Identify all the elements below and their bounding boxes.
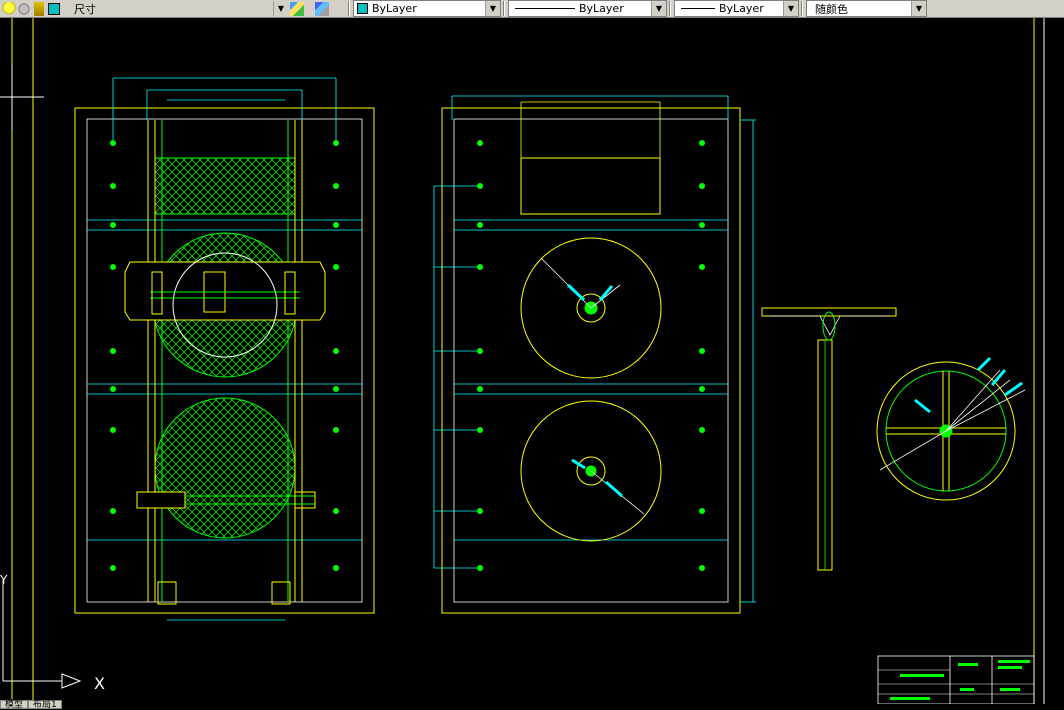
layer-tools	[290, 0, 330, 17]
plotstyle-dropdown-value: 随颜色	[815, 2, 848, 16]
drawing-canvas[interactable]: X Y	[0, 18, 1064, 704]
plotstyle-dropdown[interactable]: 随颜色 ▼	[806, 0, 927, 17]
top-view-wheel	[876, 356, 1026, 501]
layout-tabs: 模型 布局1	[0, 700, 62, 710]
color-dropdown-value: ByLayer	[372, 2, 417, 15]
toolbar-separator	[669, 1, 671, 16]
linetype-dropdown-value: ByLayer	[579, 2, 624, 15]
chevron-down-icon[interactable]: ▼	[651, 1, 666, 16]
bulb-icon[interactable]	[2, 1, 16, 16]
color-dropdown[interactable]: ByLayer ▼	[353, 0, 501, 17]
shaft-view	[761, 307, 897, 571]
layer-state-icons	[2, 0, 61, 17]
linetype-sample	[515, 8, 575, 9]
layer-dropdown[interactable]: 尺寸 ▼	[70, 0, 288, 17]
ucs-y-label: Y	[0, 573, 8, 587]
drawing-border	[11, 18, 1045, 704]
ucs-x-label: X	[94, 674, 105, 693]
toolbar-separator	[801, 1, 803, 16]
tab-model[interactable]: 模型	[0, 700, 29, 710]
lineweight-dropdown-value: ByLayer	[719, 2, 764, 15]
sun-icon[interactable]	[17, 1, 31, 16]
title-block	[877, 655, 1035, 704]
layer-previous-icon[interactable]	[290, 1, 304, 16]
properties-toolbar: 尺寸 ▼ ByLayer ▼ ByLayer ▼ ByLayer ▼ 随颜色 ▼	[0, 0, 1064, 18]
chevron-down-icon[interactable]: ▼	[783, 1, 798, 16]
side-view	[433, 95, 756, 614]
chevron-down-icon[interactable]: ▼	[485, 1, 500, 16]
toolbar-separator	[503, 1, 505, 16]
crosshair-cursor	[0, 64, 44, 130]
layer-manager-icon[interactable]	[315, 1, 329, 16]
toolbar-separator	[348, 1, 350, 16]
chevron-down-icon[interactable]: ▼	[273, 1, 288, 16]
ucs-icon: X Y	[0, 573, 105, 693]
lineweight-sample	[681, 8, 715, 9]
lineweight-dropdown[interactable]: ByLayer ▼	[674, 0, 799, 17]
linetype-dropdown[interactable]: ByLayer ▼	[508, 0, 667, 17]
color-swatch	[357, 3, 368, 14]
chevron-down-icon[interactable]: ▼	[911, 1, 926, 16]
layer-dropdown-value: 尺寸	[74, 2, 96, 16]
tab-layout1[interactable]: 布局1	[28, 700, 62, 710]
layer-color-icon[interactable]	[48, 2, 60, 15]
lock-icon[interactable]	[34, 1, 44, 16]
front-view	[74, 77, 375, 621]
